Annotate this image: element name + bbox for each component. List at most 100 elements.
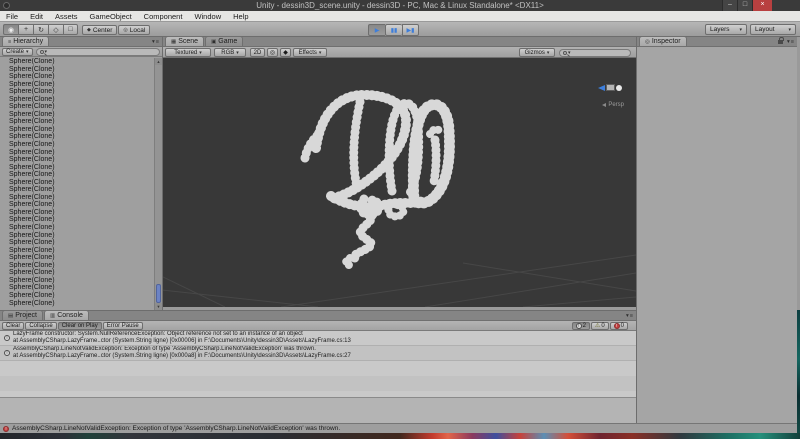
warning-count-toggle[interactable]: ⚠ 0: [591, 322, 609, 330]
layout-dropdown[interactable]: Layout ▾: [750, 24, 796, 35]
tab-console[interactable]: ▥ Console: [44, 310, 89, 320]
clear-on-play-button[interactable]: Clear on Play: [58, 322, 102, 330]
hierarchy-item[interactable]: Sphere(Clone): [0, 292, 154, 300]
toggle-2d-button[interactable]: 2D: [250, 48, 265, 57]
menu-window[interactable]: Window: [188, 11, 227, 22]
hierarchy-item[interactable]: Sphere(Clone): [0, 81, 154, 89]
hierarchy-item[interactable]: Sphere(Clone): [0, 58, 154, 66]
scene-orientation-gizmo[interactable]: [598, 84, 622, 91]
hierarchy-item[interactable]: Sphere(Clone): [0, 224, 154, 232]
menu-component[interactable]: Component: [138, 11, 189, 22]
pivot-local-button[interactable]: ◎ Local: [118, 25, 150, 35]
hierarchy-search-input[interactable]: ▾: [36, 48, 160, 56]
hierarchy-item[interactable]: Sphere(Clone): [0, 88, 154, 96]
tab-scene[interactable]: ▦ Scene: [165, 36, 204, 46]
hierarchy-item[interactable]: Sphere(Clone): [0, 254, 154, 262]
maximize-button[interactable]: □: [737, 0, 752, 11]
status-bar[interactable]: ! AssemblyCSharp.LineNotValidException: …: [0, 423, 797, 433]
panel-menu-icon[interactable]: ▾≡: [787, 39, 795, 45]
hierarchy-item[interactable]: Sphere(Clone): [0, 186, 154, 194]
pivot-center-button[interactable]: ◆ Center: [82, 25, 117, 35]
tab-game[interactable]: ▣ Game: [205, 36, 243, 46]
gizmos-dropdown[interactable]: Gizmos ▾: [519, 48, 555, 57]
close-button[interactable]: ×: [752, 0, 772, 11]
error-pause-button[interactable]: Error Pause: [103, 322, 143, 330]
menu-file[interactable]: File: [0, 11, 24, 22]
panel-menu-icon[interactable]: ▾≡: [152, 39, 160, 45]
scrollbar-thumb[interactable]: [156, 284, 161, 303]
hand-tool-icon[interactable]: ◉: [3, 24, 18, 35]
hierarchy-item[interactable]: Sphere(Clone): [0, 118, 154, 126]
pause-button[interactable]: ▮▮: [385, 24, 402, 36]
console-log-entry[interactable]: !AssemblyCSharp.LineNotValidException: E…: [0, 346, 636, 361]
scene-search-input[interactable]: ▾: [559, 49, 631, 57]
console-tab-label: Console: [57, 312, 83, 319]
play-button[interactable]: ▶: [368, 24, 385, 36]
scroll-down-icon[interactable]: ▼: [155, 303, 162, 310]
chevron-down-icon: ▾: [739, 27, 742, 33]
hierarchy-item[interactable]: Sphere(Clone): [0, 201, 154, 209]
move-tool-icon[interactable]: +: [18, 24, 33, 35]
hierarchy-item[interactable]: Sphere(Clone): [0, 164, 154, 172]
collapse-button[interactable]: Collapse: [25, 322, 56, 330]
windows-taskbar-strip[interactable]: [0, 433, 800, 439]
hierarchy-item[interactable]: Sphere(Clone): [0, 111, 154, 119]
menu-gameobject[interactable]: GameObject: [84, 11, 138, 22]
title-bar[interactable]: Unity - dessin3D_scene.unity - dessin3D …: [0, 0, 800, 11]
hierarchy-item[interactable]: Sphere(Clone): [0, 156, 154, 164]
hierarchy-item[interactable]: Sphere(Clone): [0, 194, 154, 202]
hierarchy-item[interactable]: Sphere(Clone): [0, 232, 154, 240]
hierarchy-item[interactable]: Sphere(Clone): [0, 149, 154, 157]
hierarchy-item[interactable]: Sphere(Clone): [0, 262, 154, 270]
hierarchy-item[interactable]: Sphere(Clone): [0, 96, 154, 104]
tab-hierarchy[interactable]: ≡ Hierarchy: [2, 36, 49, 46]
minimize-button[interactable]: –: [722, 0, 737, 11]
rotate-tool-icon[interactable]: ↻: [33, 24, 48, 35]
scene-viewport[interactable]: Persp: [163, 58, 636, 307]
console-detail-pane[interactable]: [0, 397, 636, 424]
scale-tool-icon[interactable]: ◇: [48, 24, 63, 35]
hierarchy-item[interactable]: Sphere(Clone): [0, 179, 154, 187]
info-count-toggle[interactable]: ! 2: [572, 322, 590, 330]
layers-dropdown[interactable]: Layers ▾: [705, 24, 747, 35]
effects-dropdown[interactable]: Effects ▾: [293, 48, 327, 57]
scroll-up-icon[interactable]: ▲: [155, 58, 162, 65]
channels-dropdown[interactable]: RGB ▾: [214, 48, 246, 57]
error-count-toggle[interactable]: ! 0: [610, 322, 628, 330]
unity-logo-icon: [3, 2, 10, 9]
persp-toggle[interactable]: Persp: [602, 102, 624, 108]
hierarchy-item[interactable]: Sphere(Clone): [0, 73, 154, 81]
panel-menu-icon[interactable]: ▾≡: [626, 313, 634, 319]
step-button[interactable]: ▶▮: [402, 24, 419, 36]
hierarchy-item[interactable]: Sphere(Clone): [0, 126, 154, 134]
hierarchy-item[interactable]: Sphere(Clone): [0, 66, 154, 74]
hierarchy-item[interactable]: Sphere(Clone): [0, 269, 154, 277]
hierarchy-item[interactable]: Sphere(Clone): [0, 216, 154, 224]
menu-edit[interactable]: Edit: [24, 11, 49, 22]
hierarchy-item[interactable]: Sphere(Clone): [0, 247, 154, 255]
hierarchy-item[interactable]: Sphere(Clone): [0, 141, 154, 149]
hierarchy-item[interactable]: Sphere(Clone): [0, 277, 154, 285]
rect-tool-icon[interactable]: □: [63, 24, 78, 35]
hierarchy-item[interactable]: Sphere(Clone): [0, 103, 154, 111]
hierarchy-scrollbar[interactable]: ▲ ▼: [154, 58, 162, 310]
scene-icon: ▦: [171, 39, 176, 45]
hierarchy-item[interactable]: Sphere(Clone): [0, 209, 154, 217]
lock-icon[interactable]: [778, 40, 783, 44]
hierarchy-item[interactable]: Sphere(Clone): [0, 133, 154, 141]
console-log-entry[interactable]: !LazyFrame constructor: System.NullRefer…: [0, 331, 636, 346]
create-button[interactable]: Create ▾: [2, 48, 33, 56]
menu-assets[interactable]: Assets: [49, 11, 84, 22]
tab-inspector[interactable]: ◎ Inspector: [639, 36, 687, 46]
tab-project[interactable]: ▤ Project: [2, 310, 43, 320]
shading-dropdown[interactable]: Textured ▾: [165, 48, 211, 57]
scene-audio-icon[interactable]: ◆: [280, 48, 291, 57]
chevron-down-icon: ▾: [319, 50, 322, 56]
scene-lighting-icon[interactable]: ◎: [267, 48, 278, 57]
clear-button[interactable]: Clear: [2, 322, 24, 330]
menu-help[interactable]: Help: [227, 11, 254, 22]
hierarchy-item[interactable]: Sphere(Clone): [0, 239, 154, 247]
hierarchy-item[interactable]: Sphere(Clone): [0, 284, 154, 292]
hierarchy-item[interactable]: Sphere(Clone): [0, 300, 154, 308]
hierarchy-item[interactable]: Sphere(Clone): [0, 171, 154, 179]
